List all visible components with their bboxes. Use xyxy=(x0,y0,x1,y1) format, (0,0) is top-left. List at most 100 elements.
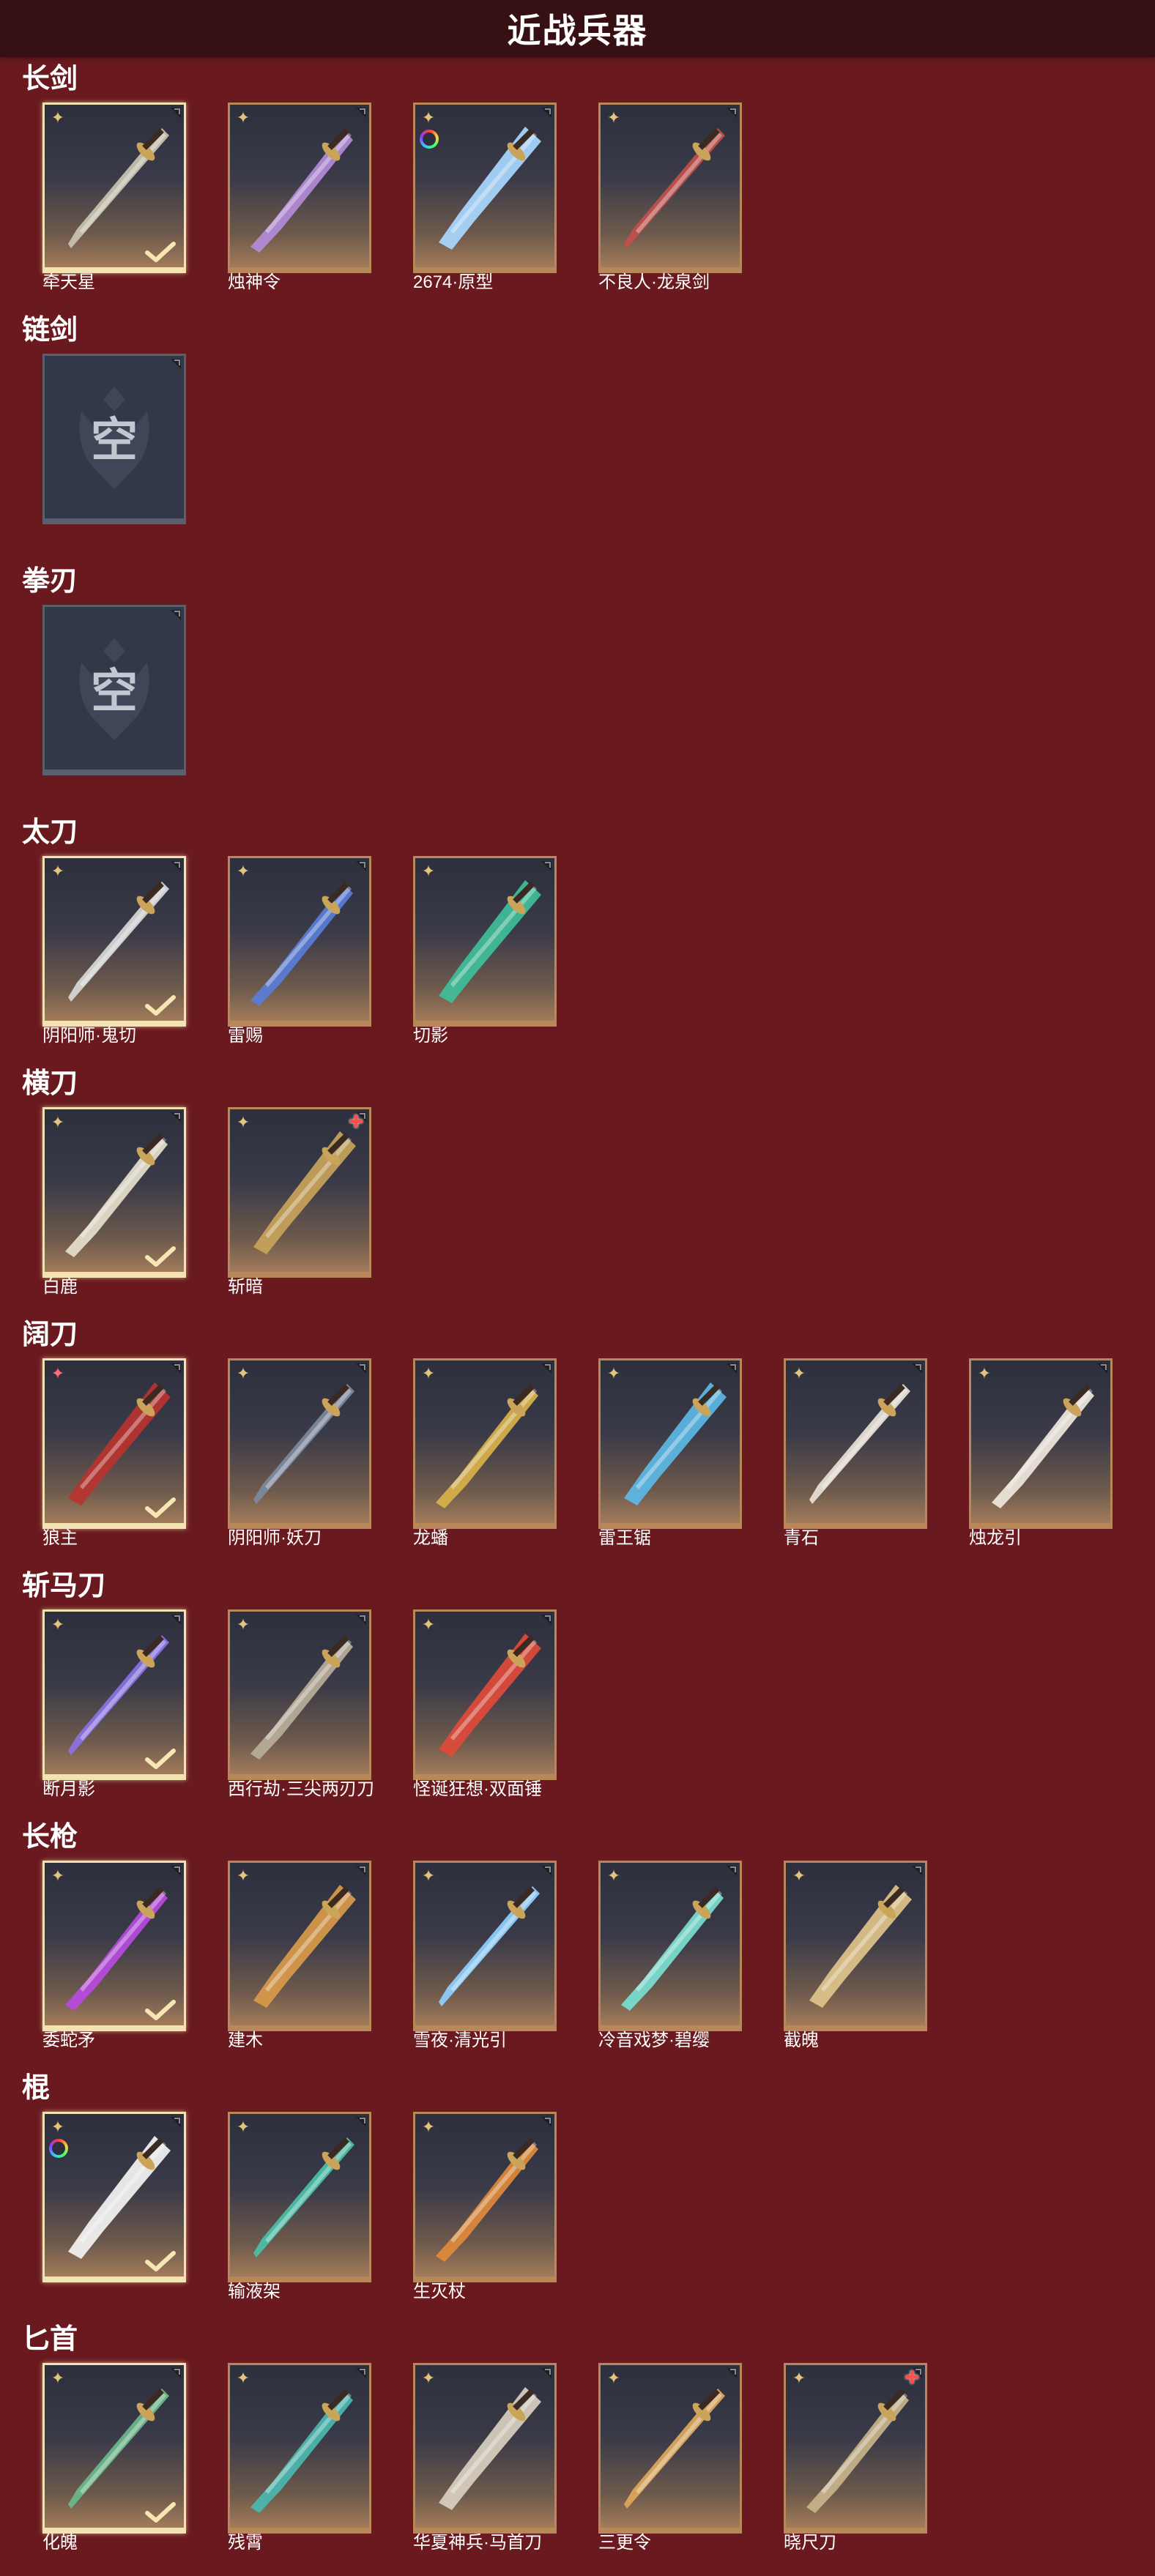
weapon-card[interactable]: ✦ 化魄 xyxy=(42,2363,186,2553)
corner-mark-icon xyxy=(541,861,551,871)
weapon-card[interactable]: ✦ 华夏神兵·马首刀 xyxy=(413,2363,557,2553)
weapon-image xyxy=(250,882,353,1006)
corner-mark-icon xyxy=(541,1363,551,1374)
weapon-card[interactable]: ✦ 牵天星 xyxy=(42,103,186,293)
weapon-image xyxy=(439,2387,541,2510)
weapon-image xyxy=(439,880,541,1003)
weapon-card[interactable]: ✦ ✚ 晓尺刀 xyxy=(784,2363,927,2553)
weapon-grid: 空 xyxy=(42,605,1141,810)
equipped-check-icon xyxy=(145,242,176,262)
weapon-card[interactable]: ✦ 烛龙引 xyxy=(969,1358,1113,1549)
section-label: 斩马刀 xyxy=(22,1571,106,1601)
weapon-card[interactable]: ✦ xyxy=(42,2112,186,2302)
star-icon: ✦ xyxy=(51,2369,65,2387)
weapon-sections: 长剑 ✦ 牵天星 ✦ 烛神令 ✦ 2674·原型 ✦ 不良人·龙泉剑 链剑空拳刃空太刀 ✦ 阴阳师·鬼… xyxy=(0,62,1155,2573)
corner-mark-icon xyxy=(541,1866,551,1876)
star-icon: ✦ xyxy=(977,1364,992,1382)
weapon-card[interactable]: ✦ 2674·原型 xyxy=(413,103,557,293)
empty-slot-label: 空 xyxy=(91,414,138,466)
weapon-card[interactable]: ✦ 不良人·龙泉剑 xyxy=(598,103,742,293)
star-icon: ✦ xyxy=(51,1615,65,1634)
corner-mark-icon xyxy=(356,2368,366,2378)
weapon-section: 链剑空 xyxy=(0,313,1155,564)
weapon-card[interactable]: ✦ 青石 xyxy=(784,1358,927,1549)
corner-mark-icon xyxy=(171,108,181,118)
weapon-card[interactable]: ✦ 委蛇矛 xyxy=(42,1861,186,2051)
weapon-card[interactable]: ✦ 输液架 xyxy=(228,2112,371,2302)
weapon-image xyxy=(68,1382,171,1505)
weapon-section: 匕首 ✦ 化魄 ✦ 残霄 ✦ 华夏神兵·马首刀 ✦ 三更令 ✦ ✚ 晓尺刀 xyxy=(0,2322,1155,2573)
weapon-card-frame: ✦ xyxy=(42,2363,186,2534)
weapon-card[interactable]: ✦ 残霄 xyxy=(228,2363,371,2553)
weapon-card-frame: ✦ ✚ xyxy=(784,2363,927,2534)
equipped-check-icon xyxy=(145,1246,176,1267)
empty-slot-label: 空 xyxy=(91,665,138,718)
weapon-card[interactable]: ✦ 截魄 xyxy=(784,1861,927,2051)
weapon-card[interactable]: ✦ 雷王锯 xyxy=(598,1358,742,1549)
empty-slot[interactable]: 空 xyxy=(42,354,186,544)
weapon-name: 怪诞狂想·双面锤 xyxy=(413,1779,542,1799)
weapon-image xyxy=(68,2136,171,2259)
corner-mark-icon xyxy=(1097,1363,1107,1374)
weapon-card-frame: ✦ xyxy=(413,2363,557,2534)
empty-slot[interactable]: 空 xyxy=(42,605,186,795)
section-label: 太刀 xyxy=(22,817,78,848)
weapon-card[interactable]: ✦ 三更令 xyxy=(598,2363,742,2553)
weapon-card[interactable]: ✦ 阴阳师·妖刀 xyxy=(228,1358,371,1549)
weapon-card[interactable]: ✦ 雷赐 xyxy=(228,856,371,1046)
weapon-name: 冷音戏梦·碧缨 xyxy=(598,2030,710,2050)
corner-mark-icon xyxy=(912,1363,922,1374)
weapon-card[interactable]: ✦ 断月影 xyxy=(42,1609,186,1800)
weapon-name: 阴阳师·鬼切 xyxy=(42,1026,136,1046)
star-icon: ✦ xyxy=(792,2369,806,2387)
weapon-card[interactable]: ✦ 白鹿 xyxy=(42,1107,186,1298)
weapon-card[interactable]: ✦ 怪诞狂想·双面锤 xyxy=(413,1609,557,1800)
weapon-name: 斩暗 xyxy=(228,1277,263,1297)
weapon-image xyxy=(253,1384,354,1504)
weapon-name: 烛神令 xyxy=(228,272,281,292)
weapon-card-frame: ✦ xyxy=(413,103,557,273)
star-icon: ✦ xyxy=(606,1866,621,1885)
weapon-card-frame: ✦ xyxy=(42,1358,186,1529)
equipped-check-icon xyxy=(145,1497,176,1518)
weapon-card[interactable]: ✦ 生灭杖 xyxy=(413,2112,557,2302)
weapon-card[interactable]: ✦ 建木 xyxy=(228,1861,371,2051)
page-title: 近战兵器 xyxy=(507,12,648,50)
weapon-grid: ✦ 白鹿 ✦ ✚ 斩暗 xyxy=(42,1107,1141,1312)
weapon-card[interactable]: ✦ 冷音戏梦·碧缨 xyxy=(598,1861,742,2051)
section-label: 长剑 xyxy=(22,64,78,94)
weapon-card[interactable]: ✦ 西行劫·三尖两刃刀 xyxy=(228,1609,374,1800)
weapon-card[interactable]: ✦ 狼主 xyxy=(42,1358,186,1549)
weapon-image xyxy=(809,1885,912,2008)
weapon-section: 棍 ✦ ✦ 输液架 ✦ 生灭杖 xyxy=(0,2071,1155,2322)
section-label: 阔刀 xyxy=(22,1319,78,1350)
weapon-name: 雪夜·清光引 xyxy=(413,2030,507,2050)
weapon-name: 输液架 xyxy=(228,2282,281,2301)
star-icon: ✦ xyxy=(236,2118,250,2136)
corner-mark-icon xyxy=(171,610,181,620)
corner-mark-icon xyxy=(356,1866,366,1876)
corner-mark-icon xyxy=(727,108,737,118)
weapon-grid: ✦ 化魄 ✦ 残霄 ✦ 华夏神兵·马首刀 ✦ 三更令 ✦ ✚ 晓尺刀 xyxy=(42,2363,1141,2568)
weapon-card[interactable]: ✦ ✚ 斩暗 xyxy=(228,1107,371,1298)
weapon-card[interactable]: ✦ 烛神令 xyxy=(228,103,371,293)
equipped-check-icon xyxy=(145,1749,176,1769)
weapon-card-frame: ✦ xyxy=(784,1358,927,1529)
weapon-section: 拳刃空 xyxy=(0,564,1155,815)
weapon-name: 三更令 xyxy=(598,2533,651,2553)
weapon-card-frame: ✦ xyxy=(228,1861,371,2031)
weapon-card-frame: ✦ xyxy=(42,1609,186,1780)
weapon-name: 切影 xyxy=(413,1026,448,1046)
star-icon: ✦ xyxy=(236,108,250,127)
weapon-name: 2674·原型 xyxy=(413,272,494,292)
weapon-card[interactable]: ✦ 龙蟠 xyxy=(413,1358,557,1549)
star-icon: ✦ xyxy=(51,862,65,880)
weapon-name: 晓尺刀 xyxy=(784,2533,836,2553)
weapon-image xyxy=(436,1384,538,1508)
weapon-card[interactable]: ✦ 雪夜·清光引 xyxy=(413,1861,557,2051)
weapon-card[interactable]: ✦ 切影 xyxy=(413,856,557,1046)
corner-mark-icon xyxy=(912,1866,922,1876)
star-icon: ✦ xyxy=(236,1113,250,1131)
weapon-card[interactable]: ✦ 阴阳师·鬼切 xyxy=(42,856,186,1046)
rainbow-ring-icon xyxy=(420,130,439,149)
